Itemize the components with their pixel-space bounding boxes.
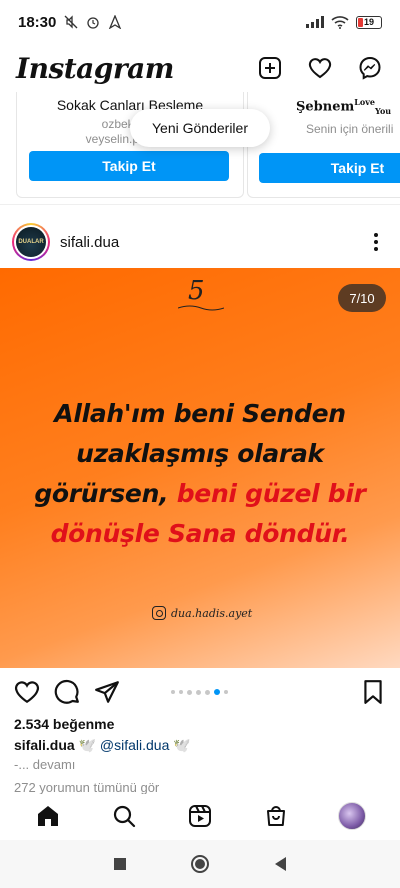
back-button[interactable] [265, 849, 295, 879]
watermark: dua.hadis.ayet [152, 606, 252, 620]
caption: sifali.dua 🕊️ @sifali.dua 🕊️ [14, 737, 191, 753]
save-button[interactable] [360, 679, 386, 705]
likes-count[interactable]: 2.534 beğenme [14, 716, 114, 732]
plus-square-icon [259, 57, 281, 79]
shop-icon [267, 806, 285, 826]
caption-more-link[interactable]: -... devamı [14, 757, 75, 772]
suggestion-name: ŞebnemLoveYou [296, 97, 392, 116]
nav-search[interactable] [104, 796, 144, 836]
quote-line-2: uzaklaşmış olarak [76, 439, 324, 468]
post-actions [0, 672, 400, 712]
nav-profile[interactable] [332, 796, 372, 836]
system-home-button[interactable] [185, 849, 215, 879]
quote-text: Allah'ım beni Senden uzaklaşmış olarak g… [20, 394, 380, 554]
wifi-icon [331, 16, 349, 29]
new-posts-pill[interactable]: Yeni Gönderiler [130, 109, 270, 147]
carousel-page-indicator: 7/10 [338, 284, 386, 312]
new-post-button[interactable] [256, 54, 284, 82]
status-time: 18:30 [18, 13, 57, 31]
app-header: Instagram [0, 44, 400, 92]
notifications-button[interactable] [306, 54, 334, 82]
caption-mention[interactable]: @sifali.dua [100, 737, 169, 753]
heart-icon [15, 681, 39, 704]
status-bar: 18:30 19 [0, 0, 400, 44]
quote-line-4: dönüşle Sana döndür. [50, 519, 350, 548]
instagram-icon [152, 606, 166, 620]
quote-line-3: görürsen, beni güzel bir [34, 479, 366, 508]
reels-icon [189, 805, 211, 827]
nav-reels[interactable] [180, 796, 220, 836]
navigation-icon [109, 15, 122, 29]
bottom-nav [0, 794, 400, 838]
status-right: 19 [306, 15, 382, 29]
recent-apps-button[interactable] [105, 849, 135, 879]
heart-icon [308, 58, 332, 79]
quote-line-1: Allah'ım beni Senden [54, 399, 346, 428]
header-actions [256, 54, 384, 82]
signal-icon [306, 16, 324, 28]
suggestion-card[interactable]: ŞebnemLoveYou Senin için önerili Takip E… [247, 92, 400, 198]
profile-avatar [338, 802, 366, 830]
alarm-icon [87, 17, 100, 29]
post-username[interactable]: sifali.dua [60, 234, 119, 251]
bookmark-icon [364, 680, 382, 704]
system-nav [0, 840, 400, 888]
home-circle-icon [191, 855, 209, 873]
post-avatar[interactable]: DUALAR [12, 223, 50, 261]
nav-shop[interactable] [256, 796, 296, 836]
like-button[interactable] [14, 679, 40, 705]
view-comments-link[interactable]: 272 yorumun tümünü gör [14, 780, 159, 794]
search-icon [113, 805, 136, 828]
avatar-image: DUALAR [16, 227, 46, 257]
slide-number: 5 [188, 276, 205, 306]
more-options-button[interactable] [364, 233, 388, 251]
divider [0, 204, 400, 205]
comment-icon [54, 679, 79, 704]
follow-button[interactable]: Takip Et [29, 151, 229, 181]
battery-level: 19 [363, 16, 374, 27]
post-header: DUALAR sifali.dua [0, 218, 400, 266]
instagram-logo[interactable]: Instagram [16, 52, 174, 85]
home-icon [38, 806, 58, 826]
suggestion-reason: Senin için önerili [306, 121, 394, 136]
share-button[interactable] [94, 679, 120, 705]
decorative-flourish [178, 305, 224, 311]
back-icon [275, 857, 286, 871]
post-image[interactable]: 5 7/10 Allah'ım beni Senden uzaklaşmış o… [0, 268, 400, 668]
messenger-button[interactable] [356, 54, 384, 82]
battery-icon: 19 [356, 15, 382, 29]
share-icon [95, 681, 119, 703]
watermark-handle: dua.hadis.ayet [171, 606, 253, 620]
recent-apps-icon [114, 858, 126, 870]
nav-home[interactable] [28, 796, 68, 836]
status-left: 18:30 [18, 14, 122, 31]
follow-button[interactable]: Takip Et [259, 153, 400, 183]
comment-button[interactable] [54, 679, 80, 705]
carousel-dots [171, 689, 228, 695]
mute-icon [64, 15, 78, 29]
messenger-icon [359, 56, 381, 80]
